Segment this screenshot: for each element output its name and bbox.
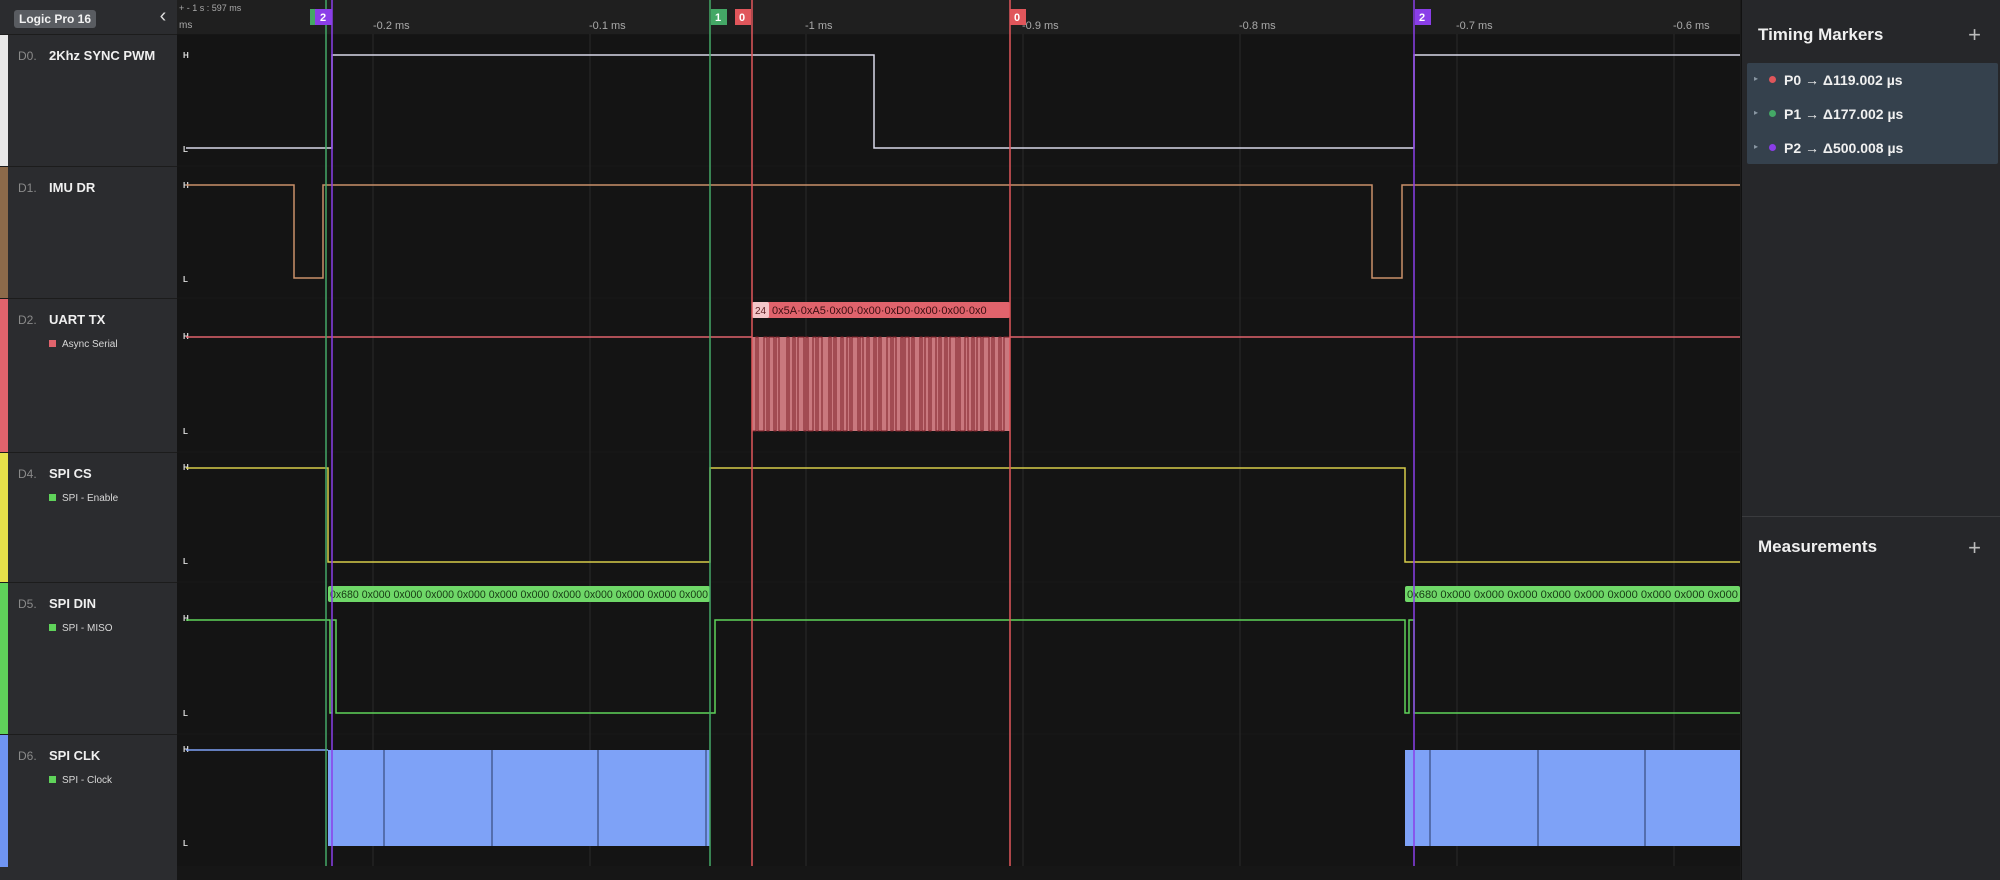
marker-color-dot bbox=[1769, 110, 1776, 117]
svg-text:L: L bbox=[183, 557, 188, 566]
svg-text:L: L bbox=[183, 839, 188, 848]
marker-flag-label: 2 bbox=[320, 12, 326, 24]
channel-name[interactable]: 2Khz SYNC PWM bbox=[49, 48, 155, 63]
channel-row-d5[interactable]: D5. SPI DIN SPI - MISO bbox=[0, 582, 177, 734]
channel-name[interactable]: SPI CLK bbox=[49, 748, 100, 763]
spi-clock-burst-2 bbox=[1405, 750, 1740, 846]
channel-sidebar: Logic Pro 16 ‹ D0. 2Khz SYNC PWM D1. IMU… bbox=[0, 0, 177, 880]
ruler-tick: -0.1 ms bbox=[589, 20, 626, 32]
waveform-area[interactable]: + - 1 s : 597 ms ms -0.2 ms -0.1 ms -1 m… bbox=[177, 0, 1740, 880]
uart-decode-text: 0x5A·0xA5·0x00·0x00·0xD0·0x00·0x00·0x0 bbox=[772, 305, 987, 317]
timing-markers-title: Timing Markers bbox=[1758, 25, 1884, 44]
analyzer-name: SPI - MISO bbox=[62, 623, 113, 634]
channel-index: D1. bbox=[18, 181, 37, 195]
expand-caret-icon[interactable]: ▸ bbox=[1754, 74, 1758, 83]
channel-index: D6. bbox=[18, 749, 37, 763]
svg-text:L: L bbox=[183, 709, 188, 718]
marker-flag-label: 0 bbox=[739, 12, 745, 24]
channel-name[interactable]: SPI CS bbox=[49, 466, 92, 481]
channel-row-d2[interactable]: D2. UART TX Async Serial bbox=[0, 298, 177, 452]
ruler-unit-label: ms bbox=[179, 20, 192, 31]
uart-data-burst bbox=[751, 336, 1011, 432]
analyzer-label[interactable]: SPI - Clock bbox=[49, 775, 112, 786]
channel-row-d6[interactable]: D6. SPI CLK SPI - Clock bbox=[0, 734, 177, 867]
analyzer-color-swatch bbox=[49, 494, 56, 501]
marker-color-dot bbox=[1769, 76, 1776, 83]
analyzer-label[interactable]: Async Serial bbox=[49, 339, 118, 350]
timing-marker-label: P2 → Δ500.008 µs bbox=[1784, 140, 1904, 156]
channel-color-bar bbox=[0, 35, 8, 166]
logic-analyzer-window: Logic Pro 16 ‹ D0. 2Khz SYNC PWM D1. IMU… bbox=[0, 0, 2000, 880]
analyzer-name: SPI - Clock bbox=[62, 775, 113, 786]
ruler-tick: -0.9 ms bbox=[1022, 20, 1059, 32]
channel-color-bar bbox=[0, 453, 8, 582]
channel-color-bar bbox=[0, 583, 8, 734]
ruler-tick: -0.2 ms bbox=[373, 20, 410, 32]
analyzer-label[interactable]: SPI - Enable bbox=[49, 493, 118, 504]
channel-name[interactable]: IMU DR bbox=[49, 180, 95, 195]
chevron-left-icon[interactable]: ‹ bbox=[154, 6, 172, 28]
ruler-tick: -0.7 ms bbox=[1456, 20, 1493, 32]
spi-clock-burst-1 bbox=[328, 750, 710, 846]
timing-marker-item[interactable]: ▸ P1 → Δ177.002 µs bbox=[1747, 97, 1998, 131]
spi-decode-text: 0x680 0x000 0x000 0x000 0x000 0x000 0x00… bbox=[330, 589, 708, 601]
marker-flag-label: 0 bbox=[1014, 12, 1020, 24]
plus-icon[interactable]: + bbox=[1968, 24, 1981, 46]
channel-name[interactable]: UART TX bbox=[49, 312, 105, 327]
side-panel: Timing Markers + ▸ P0 → Δ119.002 µs ▸ P1… bbox=[1741, 0, 2000, 880]
marker-color-dot bbox=[1769, 144, 1776, 151]
channel-row-d0[interactable]: D0. 2Khz SYNC PWM bbox=[0, 34, 177, 166]
expand-caret-icon[interactable]: ▸ bbox=[1754, 108, 1758, 117]
analyzer-label[interactable]: SPI - MISO bbox=[49, 623, 113, 634]
lane-backgrounds bbox=[177, 35, 1740, 866]
svg-text:L: L bbox=[183, 427, 188, 436]
timing-marker-label: P0 → Δ119.002 µs bbox=[1784, 72, 1903, 88]
ruler-tick: -1 ms bbox=[805, 20, 833, 32]
plus-icon[interactable]: + bbox=[1968, 537, 1981, 559]
ruler-tick: -0.8 ms bbox=[1239, 20, 1276, 32]
svg-text:L: L bbox=[183, 145, 188, 154]
analyzer-color-swatch bbox=[49, 624, 56, 631]
timing-marker-item[interactable]: ▸ P0 → Δ119.002 µs bbox=[1747, 63, 1998, 97]
ruler-tick: -0.6 ms bbox=[1673, 20, 1710, 32]
channel-color-bar bbox=[0, 167, 8, 298]
measurements-title: Measurements bbox=[1758, 537, 1878, 556]
channel-name[interactable]: SPI DIN bbox=[49, 596, 96, 611]
marker-flag[interactable] bbox=[310, 9, 315, 25]
uart-frame-count: 24 bbox=[755, 306, 767, 317]
channel-color-bar bbox=[0, 299, 8, 452]
analyzer-name: SPI - Enable bbox=[62, 493, 119, 504]
uart-decode[interactable]: 24 0x5A·0xA5·0x00·0x00·0xD0·0x00·0x00·0x… bbox=[752, 302, 1010, 318]
cursor-time-readout: + - 1 s : 597 ms bbox=[179, 3, 242, 13]
expand-caret-icon[interactable]: ▸ bbox=[1754, 142, 1758, 151]
channel-row-d1[interactable]: D1. IMU DR bbox=[0, 166, 177, 298]
time-ruler[interactable] bbox=[177, 0, 1740, 34]
timing-marker-item[interactable]: ▸ P2 → Δ500.008 µs bbox=[1747, 131, 1998, 165]
spi-din-decode-1[interactable]: 0x680 0x000 0x000 0x000 0x000 0x000 0x00… bbox=[328, 586, 710, 602]
svg-text:H: H bbox=[183, 51, 189, 60]
spi-decode-text: 0x680 0x000 0x000 0x000 0x000 0x000 0x00… bbox=[1407, 589, 1738, 601]
channel-index: D4. bbox=[18, 467, 37, 481]
timing-marker-label: P1 → Δ177.002 µs bbox=[1784, 106, 1904, 122]
spi-din-decode-2[interactable]: 0x680 0x000 0x000 0x000 0x000 0x000 0x00… bbox=[1405, 586, 1740, 602]
marker-flag-label: 2 bbox=[1419, 12, 1425, 24]
svg-text:H: H bbox=[183, 614, 189, 623]
marker-flag-label: 1 bbox=[715, 12, 721, 24]
channel-row-d4[interactable]: D4. SPI CS SPI - Enable bbox=[0, 452, 177, 582]
channel-index: D0. bbox=[18, 49, 37, 63]
analyzer-name: Async Serial bbox=[62, 339, 118, 350]
channel-index: D2. bbox=[18, 313, 37, 327]
channel-index: D5. bbox=[18, 597, 37, 611]
channel-color-bar bbox=[0, 735, 8, 867]
timing-marker-list: ▸ P0 → Δ119.002 µs ▸ P1 → Δ177.002 µs ▸ … bbox=[1747, 63, 1998, 164]
analyzer-color-swatch bbox=[49, 776, 56, 783]
svg-text:L: L bbox=[183, 275, 188, 284]
panel-divider bbox=[1742, 516, 2000, 517]
analyzer-color-swatch bbox=[49, 340, 56, 347]
app-badge: Logic Pro 16 bbox=[14, 10, 97, 28]
